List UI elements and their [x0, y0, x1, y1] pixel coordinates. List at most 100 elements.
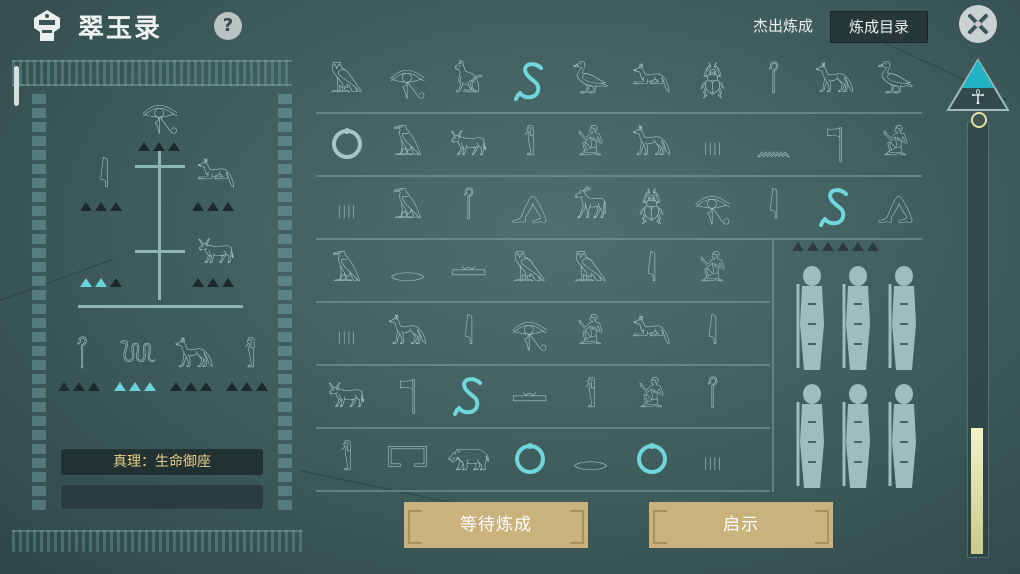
glyph-cell[interactable]: 𓂀 — [499, 306, 560, 364]
grid-cell-glyph: 𓏛 — [450, 254, 487, 289]
glyph-cell[interactable]: 𓂋 — [560, 432, 621, 490]
grid-cell-glyph: 𓈖 — [755, 128, 792, 163]
left-scrollbar[interactable] — [14, 66, 19, 106]
glyph-cell[interactable]: 𓇋 — [743, 180, 804, 238]
tree-trunk — [158, 150, 161, 300]
grid-cell-glyph: 𓏽 — [337, 191, 356, 226]
glyph-cell[interactable]: 𓅭 — [560, 54, 621, 112]
glyph-cell[interactable]: 𓏽 — [316, 306, 377, 364]
tree-node-staff-cross[interactable]: 𓋾 — [54, 330, 110, 386]
tree-node-jackal[interactable]: 𓃥 — [166, 330, 222, 386]
glyph-cell[interactable]: 𓃢 — [621, 54, 682, 112]
header-bar: 翠玉录 ? 杰出炼成 炼成目录 — [0, 0, 1020, 52]
glyph-cell[interactable]: 𓃘 — [560, 180, 621, 238]
grid-cell-glyph: 𓃒 — [327, 380, 366, 415]
glyph-cell[interactable]: 𓈖 — [743, 117, 804, 175]
glyph-cell[interactable]: 𓀾 — [560, 369, 621, 427]
glyph-cell[interactable]: 𓃒 — [438, 117, 499, 175]
tree-node-mummy[interactable]: 𓀾 — [222, 330, 278, 386]
tree-node-eye[interactable]: 𓂀 — [132, 90, 188, 146]
grid-cell-glyph: 𓀀 — [638, 380, 665, 415]
glyph-cell[interactable]: 𓀾 — [316, 432, 377, 490]
glyph-cell[interactable]: 𓂀 — [682, 180, 743, 238]
glyph-cell[interactable]: 𓋾 — [682, 369, 743, 427]
glyph-cell[interactable]: 𓃥 — [377, 306, 438, 364]
glyph-cell[interactable]: 𓅭 — [865, 54, 926, 112]
glyph-cell[interactable]: 𓄿 — [377, 117, 438, 175]
glyph-cell[interactable]: 𓄿 — [377, 180, 438, 238]
glyph-cell[interactable]: 𓃥 — [621, 117, 682, 175]
tree-node-bull[interactable]: 𓃒 — [188, 226, 244, 282]
grid-cell-serpent-icon — [815, 185, 855, 233]
glyph-cell[interactable]: 𓃒 — [316, 369, 377, 427]
grid-cell-glyph: 𓄿 — [392, 128, 423, 163]
left-pillar — [32, 90, 46, 510]
glyph-cell[interactable]: 𓅓 — [499, 243, 560, 301]
tree-node-serpent[interactable]: 𓆙 — [110, 330, 166, 386]
glyph-cell[interactable]: 𓋾 — [743, 54, 804, 112]
tree-branch — [135, 250, 185, 253]
tree-node-serpent-glyph: 𓆙 — [118, 340, 158, 375]
help-icon[interactable]: ? — [214, 12, 242, 40]
tree-node-anubis[interactable]: 𓃢 — [188, 150, 244, 206]
glyph-cell[interactable] — [804, 180, 865, 238]
tree-node-jackal-glyph: 𓃥 — [174, 340, 214, 375]
glyph-cell[interactable]: 𓂻 — [499, 180, 560, 238]
wait-alchemy-button[interactable]: 等待炼成 — [404, 502, 588, 548]
glyph-cell[interactable]: 𓏛 — [499, 369, 560, 427]
tree-node-progress — [80, 278, 122, 287]
glyph-cell[interactable]: 𓀀 — [560, 306, 621, 364]
glyph-cell[interactable]: 𓇋 — [682, 306, 743, 364]
catalog-button[interactable]: 炼成目录 — [830, 11, 928, 43]
grid-cell-glyph: 𓅓 — [573, 254, 608, 289]
grid-cell-serpent-icon — [510, 59, 550, 107]
glyph-cell[interactable]: 𓅓 — [316, 54, 377, 112]
grid-cell-glyph: 𓋾 — [706, 380, 719, 415]
glyph-cell[interactable]: 𓉐 — [377, 432, 438, 490]
glyph-cell[interactable]: 𓆣 — [682, 54, 743, 112]
glyph-cell[interactable]: 𓄿 — [316, 243, 377, 301]
glyph-cell[interactable] — [438, 369, 499, 427]
grid-cell-glyph: 𓏛 — [511, 380, 548, 415]
grid-cell-glyph: 𓃯 — [446, 443, 491, 478]
glyph-cell[interactable]: 𓃠 — [438, 54, 499, 112]
glyph-cell[interactable]: 𓏽 — [682, 117, 743, 175]
glyph-cell[interactable]: 𓇋 — [621, 243, 682, 301]
progress-triangle — [80, 202, 92, 211]
glyph-cell[interactable]: 𓃢 — [621, 306, 682, 364]
glyph-cell[interactable]: 𓀀 — [682, 243, 743, 301]
glyph-cell[interactable] — [316, 117, 377, 175]
glyph-cell[interactable] — [499, 432, 560, 490]
progress-triangle — [807, 242, 819, 251]
glyph-cell[interactable]: 𓆣 — [621, 180, 682, 238]
glyph-cell[interactable]: 𓀀 — [621, 369, 682, 427]
glyph-cell[interactable]: 𓊹 — [377, 369, 438, 427]
glyph-cell[interactable]: 𓂀 — [377, 54, 438, 112]
revelation-button[interactable]: 启示 — [649, 502, 833, 548]
glyph-cell[interactable]: 𓊹 — [804, 117, 865, 175]
close-button[interactable] — [959, 5, 997, 43]
glyph-cell[interactable] — [621, 432, 682, 490]
grid-cell-glyph: 𓏽 — [703, 443, 722, 478]
deity-figure-icon — [886, 264, 922, 374]
glyph-cell[interactable]: 𓀀 — [865, 117, 926, 175]
glyph-cell[interactable]: 𓅓 — [560, 243, 621, 301]
deity-figure-icon — [840, 382, 876, 492]
glyph-cell[interactable]: 𓋾 — [438, 180, 499, 238]
tree-node-reeds[interactable]: 𓇋 — [76, 150, 132, 206]
progress-triangle — [207, 202, 219, 211]
glyph-cell[interactable]: 𓀀 — [560, 117, 621, 175]
glyph-cell[interactable]: 𓏛 — [438, 243, 499, 301]
glyph-cell[interactable] — [499, 54, 560, 112]
glyph-cell[interactable]: 𓃯 — [438, 432, 499, 490]
glyph-cell[interactable]: 𓏽 — [682, 432, 743, 490]
glyph-cell[interactable]: 𓂻 — [865, 180, 926, 238]
glyph-cell[interactable]: 𓂋 — [377, 243, 438, 301]
glyph-cell[interactable]: 𓇋 — [438, 306, 499, 364]
tree-node-ring[interactable] — [76, 226, 139, 297]
grid-cell-glyph: 𓀀 — [882, 128, 909, 163]
glyph-cell[interactable]: 𓏽 — [316, 180, 377, 238]
glyph-cell[interactable]: 𓀾 — [499, 117, 560, 175]
glyph-cell[interactable]: 𓃥 — [804, 54, 865, 112]
progress-triangle — [114, 382, 126, 391]
